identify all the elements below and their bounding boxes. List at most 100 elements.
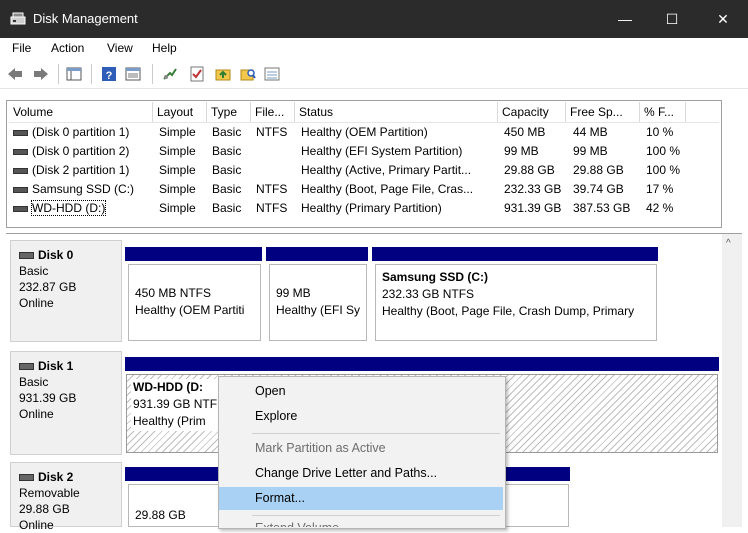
toolbar-separator: [58, 64, 59, 84]
disk-1-label[interactable]: Disk 1 Basic 931.39 GB Online: [10, 351, 122, 455]
disk-type: Basic: [19, 375, 49, 389]
partition-size: 931.39 GB NTF: [133, 397, 218, 411]
menu-item-mark-partition-active[interactable]: Mark Partition as Active: [219, 437, 503, 460]
disk-icon: [19, 252, 34, 260]
type-cell: Basic: [212, 163, 242, 177]
percent-free-cell: 17 %: [646, 182, 674, 196]
disk-name: Disk 2: [38, 470, 74, 484]
menu-item-format[interactable]: Format...: [219, 487, 503, 510]
capacity-cell: 450 MB: [504, 125, 546, 139]
partition-status: Healthy (Boot, Page File, Crash Dump, Pr…: [382, 304, 635, 318]
free-space-cell: 44 MB: [573, 125, 608, 139]
free-space-cell: 39.74 GB: [573, 182, 624, 196]
partition-size: 450 MB NTFS: [135, 286, 212, 300]
scroll-up-icon[interactable]: ^: [726, 238, 731, 249]
menu-item-open[interactable]: Open: [219, 380, 503, 403]
partition-oem[interactable]: 450 MB NTFS Healthy (OEM Partiti: [128, 264, 261, 341]
table-row[interactable]: (Disk 2 partition 1) Simple Basic Health…: [9, 161, 719, 180]
column-header-status[interactable]: Status: [295, 102, 498, 122]
connect-icon[interactable]: [162, 66, 178, 82]
percent-free-cell: 100 %: [646, 163, 681, 177]
filesystem-cell: NTFS: [256, 182, 288, 196]
checklist-icon[interactable]: [189, 66, 205, 82]
drive-icon: [13, 167, 28, 174]
close-button[interactable]: ✕: [700, 0, 746, 38]
layout-cell: Simple: [159, 201, 196, 215]
help-icon[interactable]: ?: [101, 66, 117, 82]
capacity-cell: 29.88 GB: [504, 163, 555, 177]
drive-icon: [13, 129, 28, 136]
column-header-filesystem[interactable]: File...: [251, 102, 295, 122]
disk-status: Online: [19, 296, 54, 310]
properties-view-icon[interactable]: [125, 66, 141, 82]
drive-icon: [13, 186, 28, 193]
window-title: Disk Management: [33, 11, 138, 26]
table-row-selected[interactable]: WD-HDD (D:) Simple Basic NTFS Healthy (P…: [9, 199, 719, 218]
disk-0-label[interactable]: Disk 0 Basic 232.87 GB Online: [10, 240, 122, 342]
partition-title: Samsung SSD (C:): [382, 270, 489, 284]
partition-size: 232.33 GB NTFS: [382, 287, 475, 301]
partition-efi[interactable]: 99 MB Healthy (EFI Sy: [269, 264, 367, 341]
maximize-button[interactable]: ☐: [649, 0, 695, 38]
layout-cell: Simple: [159, 125, 196, 139]
show-hide-console-tree-icon[interactable]: [66, 66, 82, 82]
svg-text:?: ?: [106, 70, 113, 82]
partition-header-bar: [372, 247, 658, 261]
capacity-cell: 232.33 GB: [504, 182, 562, 196]
table-row[interactable]: (Disk 0 partition 1) Simple Basic NTFS H…: [9, 123, 719, 142]
volume-name: (Disk 0 partition 1): [32, 125, 130, 139]
disk-type: Basic: [19, 264, 49, 278]
type-cell: Basic: [212, 125, 242, 139]
folder-up-icon[interactable]: [215, 66, 231, 82]
disk-name: Disk 1: [38, 359, 74, 373]
partition-samsung-ssd[interactable]: Samsung SSD (C:) 232.33 GB NTFS Healthy …: [375, 264, 657, 341]
menu-item-extend-volume[interactable]: Extend Volume...: [219, 517, 503, 527]
column-header-type[interactable]: Type: [207, 102, 251, 122]
layout-cell: Simple: [159, 163, 196, 177]
column-header-volume[interactable]: Volume: [9, 102, 153, 122]
menu-view[interactable]: View: [107, 41, 133, 55]
menu-file[interactable]: File: [12, 41, 31, 55]
partition-text-box: WD-HDD (D: 931.39 GB NTF Healthy (Prim: [131, 379, 227, 431]
table-row[interactable]: (Disk 0 partition 2) Simple Basic Health…: [9, 142, 719, 161]
type-cell: Basic: [212, 144, 242, 158]
menu-help[interactable]: Help: [152, 41, 177, 55]
status-cell: Healthy (Active, Primary Partit...: [301, 163, 472, 177]
toolbar-separator: [152, 64, 153, 84]
free-space-cell: 387.53 GB: [573, 201, 631, 215]
disk-status: Online: [19, 518, 54, 532]
vertical-scrollbar[interactable]: ^: [722, 234, 742, 527]
partition-size: 99 MB: [276, 286, 311, 300]
disk-2-label[interactable]: Disk 2 Removable 29.88 GB Online: [10, 462, 122, 532]
layout-cell: Simple: [159, 182, 196, 196]
disk-size: 931.39 GB: [19, 391, 77, 405]
column-header-percent-free[interactable]: % F...: [640, 102, 686, 122]
capacity-cell: 99 MB: [504, 144, 539, 158]
list-view-icon[interactable]: [264, 66, 280, 82]
menu-action[interactable]: Action: [51, 41, 84, 55]
minimize-button[interactable]: —: [602, 0, 648, 38]
partition-header-bar: [125, 247, 262, 261]
menu-item-change-drive-letter[interactable]: Change Drive Letter and Paths...: [219, 462, 503, 485]
table-row[interactable]: Samsung SSD (C:) Simple Basic NTFS Healt…: [9, 180, 719, 199]
forward-arrow-icon[interactable]: [33, 66, 49, 82]
column-header-capacity[interactable]: Capacity: [498, 102, 566, 122]
partition-status: Healthy (Prim: [133, 414, 206, 428]
percent-free-cell: 42 %: [646, 201, 674, 215]
search-folder-icon[interactable]: [240, 66, 256, 82]
disk-type: Removable: [19, 486, 80, 500]
volume-name: Samsung SSD (C:): [32, 182, 135, 196]
column-header-layout[interactable]: Layout: [153, 102, 207, 122]
back-arrow-icon[interactable]: [7, 66, 23, 82]
partition-status: Healthy (OEM Partiti: [135, 303, 245, 317]
disk-icon: [19, 363, 34, 371]
disk-size: 29.88 GB: [19, 502, 70, 516]
status-cell: Healthy (EFI System Partition): [301, 144, 463, 158]
column-header-free-space[interactable]: Free Sp...: [566, 102, 640, 122]
percent-free-cell: 10 %: [646, 125, 674, 139]
type-cell: Basic: [212, 182, 242, 196]
menu-item-explore[interactable]: Explore: [219, 405, 503, 428]
volume-name: (Disk 2 partition 1): [32, 163, 130, 177]
drive-icon: [13, 205, 28, 212]
free-space-cell: 29.88 GB: [573, 163, 624, 177]
